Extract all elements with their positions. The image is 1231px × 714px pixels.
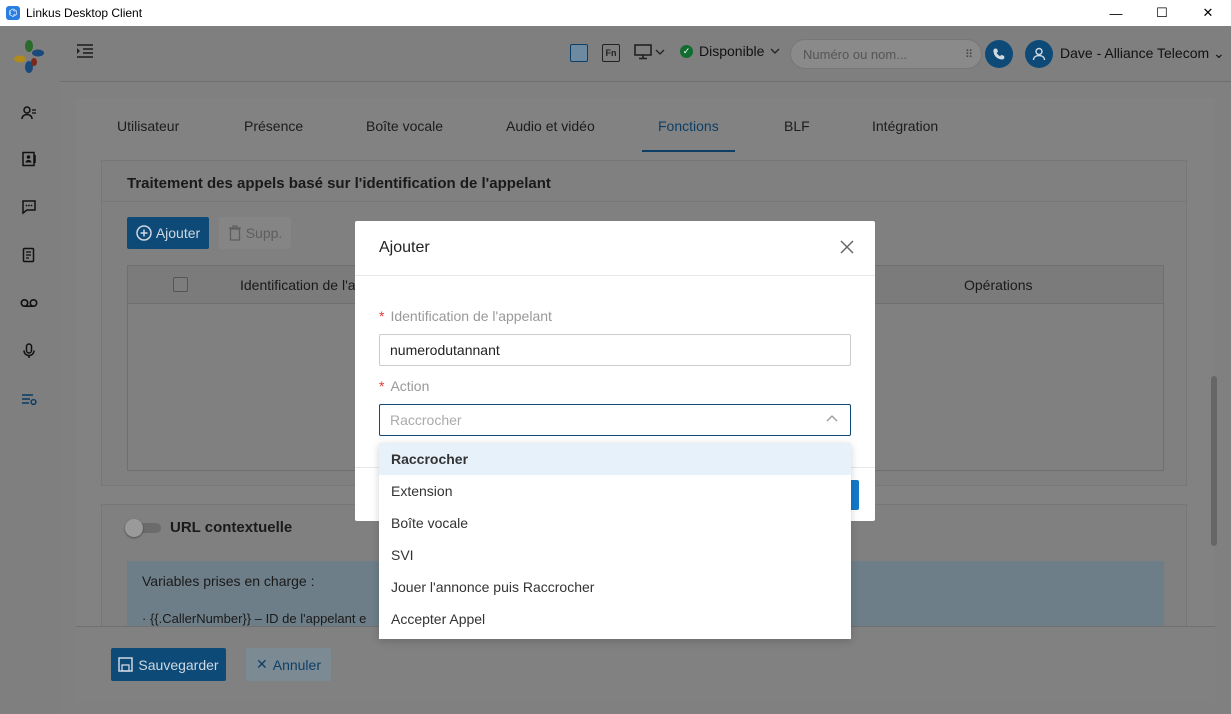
plus-circle-icon (136, 225, 152, 241)
close-window-button[interactable]: ✕ (1185, 0, 1231, 26)
option-play-prompt-hangup[interactable]: Jouer l'annonce puis Raccrocher (379, 571, 851, 603)
chevron-down-icon (770, 48, 780, 54)
contextual-url-toggle[interactable] (125, 519, 161, 537)
section-title: URL contextuelle (170, 519, 293, 536)
cancel-button[interactable]: ✕ Annuler (246, 648, 331, 681)
window-title: Linkus Desktop Client (26, 6, 143, 20)
chevron-up-icon (826, 415, 838, 422)
settings-tabs: Utilisateur Présence Boîte vocale Audio … (76, 98, 1215, 152)
confirm-button[interactable] (851, 480, 859, 510)
section-title: Traitement des appels basé sur l'identif… (127, 175, 551, 192)
page-scrollbar[interactable] (1211, 376, 1217, 546)
search-placeholder: Numéro ou nom... (803, 46, 908, 62)
option-ivr[interactable]: SVI (379, 539, 851, 571)
window-titlebar: ⌬ Linkus Desktop Client — ☐ ✕ (0, 0, 1231, 26)
minimize-button[interactable]: — (1093, 0, 1139, 26)
call-button[interactable] (985, 40, 1013, 68)
tab-audio-video[interactable]: Audio et vidéo (506, 98, 595, 134)
caller-id-value: numerodutannant (390, 342, 500, 358)
action-dropdown-menu: Raccrocher Extension Boîte vocale SVI Jo… (379, 443, 851, 639)
chat-icon[interactable] (20, 198, 38, 216)
delete-label: Supp. (245, 225, 283, 241)
tab-utilisateur[interactable]: Utilisateur (117, 98, 179, 134)
function-keys-icon[interactable]: Fn (602, 44, 620, 62)
tab-integration[interactable]: Intégration (872, 98, 938, 134)
select-all-checkbox[interactable] (173, 277, 188, 292)
check-icon: ✓ (680, 44, 693, 58)
address-book-icon[interactable] (20, 150, 38, 168)
presence-label: Disponible (699, 43, 765, 59)
action-placeholder: Raccrocher (390, 412, 462, 428)
left-sidebar (0, 26, 60, 714)
save-icon (118, 657, 134, 672)
presence-selector[interactable]: ✓ Disponible (680, 43, 780, 59)
user-menu[interactable]: Dave - Alliance Telecom ⌄ (1060, 45, 1225, 62)
dialog-title: Ajouter (379, 239, 430, 256)
option-voicemail[interactable]: Boîte vocale (379, 507, 851, 539)
save-label: Sauvegarder (138, 656, 219, 673)
user-icon (1032, 47, 1046, 61)
tab-fonctions[interactable]: Fonctions (642, 98, 735, 152)
maximize-button[interactable]: ☐ (1139, 0, 1185, 26)
trash-icon (228, 225, 241, 241)
option-accept-call[interactable]: Accepter Appel (379, 603, 851, 635)
user-avatar[interactable] (1025, 40, 1053, 68)
phone-icon (993, 48, 1005, 60)
chevron-down-icon (655, 49, 665, 55)
display-menu[interactable] (634, 44, 665, 60)
dialpad-icon[interactable]: ⠿ (965, 48, 973, 61)
voicemail-icon[interactable] (20, 294, 38, 312)
required-mark: * (379, 308, 385, 324)
required-mark: * (379, 378, 385, 394)
app-logo-icon: ⌬ (6, 6, 20, 20)
tab-blf[interactable]: BLF (784, 98, 810, 134)
option-extension[interactable]: Extension (379, 475, 851, 507)
monitor-icon (634, 44, 652, 60)
window-controls: — ☐ ✕ (1093, 0, 1231, 26)
action-label-text: Action (390, 378, 430, 394)
contacts-icon[interactable] (20, 104, 38, 122)
caller-id-input[interactable]: numerodutannant (379, 334, 851, 366)
delete-rule-button[interactable]: Supp. (219, 217, 291, 249)
close-icon: ✕ (256, 656, 268, 672)
yeastar-logo-icon (14, 40, 44, 73)
column-header-caller-id: Identification de l'a (240, 277, 356, 293)
option-raccrocher[interactable]: Raccrocher (379, 443, 851, 475)
settings-icon[interactable] (20, 390, 38, 408)
tab-voicemail[interactable]: Boîte vocale (366, 98, 443, 134)
microphone-icon[interactable] (20, 342, 38, 360)
close-icon[interactable] (839, 239, 855, 255)
caller-id-field-label: * Identification de l'appelant (379, 308, 552, 324)
save-button[interactable]: Sauvegarder (111, 648, 226, 681)
menu-toggle-icon[interactable] (76, 43, 94, 62)
user-name-label: Dave - Alliance Telecom (1060, 45, 1210, 61)
qr-code-icon[interactable] (570, 44, 588, 62)
action-field-label: * Action (379, 378, 429, 394)
dial-search-input[interactable]: Numéro ou nom... ⠿ (790, 39, 982, 69)
call-log-icon[interactable] (20, 246, 38, 264)
tab-presence[interactable]: Présence (244, 98, 303, 134)
column-header-operations: Opérations (964, 277, 1033, 293)
action-select[interactable]: Raccrocher (379, 404, 851, 436)
add-rule-button[interactable]: Ajouter (127, 217, 209, 249)
add-label: Ajouter (155, 225, 201, 241)
top-header: Fn ✓ Disponible Numéro ou nom... ⠿ Dave … (60, 26, 1231, 82)
cancel-label: Annuler (272, 656, 321, 673)
caller-id-label-text: Identification de l'appelant (390, 308, 552, 324)
